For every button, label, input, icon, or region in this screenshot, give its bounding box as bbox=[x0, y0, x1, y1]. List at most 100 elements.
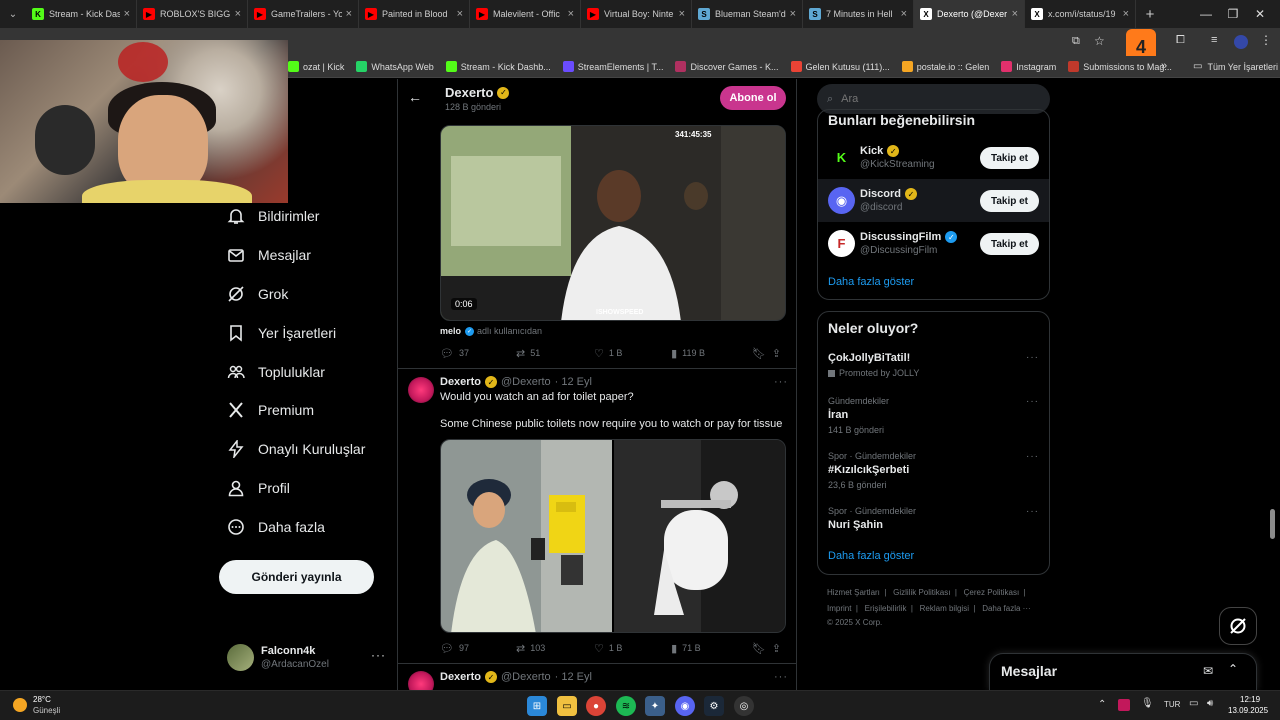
bookmark-item[interactable]: ozat | Kick bbox=[288, 61, 344, 72]
spotify-icon[interactable]: ≋ bbox=[616, 696, 636, 716]
author-handle[interactable]: @Dexerto bbox=[501, 376, 551, 388]
tab-close-icon[interactable]: × bbox=[901, 8, 907, 20]
tab-close-icon[interactable]: × bbox=[1012, 8, 1018, 20]
weather-desc[interactable]: Güneşli bbox=[33, 706, 60, 715]
nav-item[interactable]: Daha fazla bbox=[226, 512, 325, 542]
weather-temp[interactable]: 28°C bbox=[33, 695, 51, 704]
nav-item[interactable]: Yer İşaretleri bbox=[226, 318, 336, 348]
browser-tab[interactable]: Xx.com/i/status/19 × bbox=[1025, 0, 1136, 28]
more-icon[interactable]: ··· bbox=[371, 648, 386, 662]
share-button[interactable]: ⇪ bbox=[772, 642, 786, 655]
follow-button[interactable]: Takip et bbox=[980, 190, 1039, 212]
tab-close-icon[interactable]: × bbox=[235, 8, 241, 20]
like-button[interactable]: ♡ 1 B bbox=[594, 642, 671, 655]
file-explorer-icon[interactable]: ▭ bbox=[557, 696, 577, 716]
tab-close-icon[interactable]: × bbox=[568, 8, 574, 20]
browser-tab[interactable]: S Blueman Steam'd × bbox=[692, 0, 803, 28]
weather-sun-icon[interactable] bbox=[13, 698, 27, 712]
post-button[interactable]: Gönderi yayınla bbox=[219, 560, 374, 594]
browser-menu-icon[interactable]: ⋮ bbox=[1260, 33, 1272, 47]
reply-button[interactable]: 💬︎ 97 bbox=[440, 642, 516, 655]
trend-more-icon[interactable]: ··· bbox=[1026, 506, 1039, 517]
nav-item[interactable]: Profil bbox=[226, 473, 290, 503]
retweet-button[interactable]: ⇄ 51 bbox=[516, 347, 594, 360]
browser-tab[interactable]: ▶ GameTrailers - Yo × bbox=[248, 0, 359, 28]
bookmark-item[interactable]: Discover Games - K... bbox=[675, 61, 779, 72]
new-message-icon[interactable]: ✉ bbox=[1203, 664, 1213, 678]
bookmark-item[interactable]: Submissions to Mag... bbox=[1068, 61, 1172, 72]
nav-item[interactable]: Grok bbox=[226, 279, 288, 309]
nav-item[interactable]: Mesajlar bbox=[226, 240, 311, 270]
follow-button[interactable]: Takip et bbox=[980, 233, 1039, 255]
close-window-icon[interactable]: ✕ bbox=[1240, 0, 1280, 28]
bookmark-item[interactable]: Stream - Kick Dashb... bbox=[445, 61, 551, 72]
all-bookmarks-folder[interactable]: ▭ Tüm Yer İşaretleri bbox=[1193, 61, 1278, 72]
app-icon[interactable]: ✦ bbox=[645, 696, 665, 716]
tab-close-icon[interactable]: × bbox=[124, 8, 130, 20]
trend-item[interactable]: Spor · Gündemdekiler Nuri Şahin ··· bbox=[828, 506, 1043, 531]
bookmarks-overflow-icon[interactable]: » bbox=[1161, 60, 1167, 72]
chevron-up-icon[interactable]: ⌃ bbox=[1228, 662, 1238, 676]
tweet-video[interactable]: 341:45:35 0:06 ISHOWSPEED bbox=[440, 125, 786, 321]
suggested-account[interactable]: F DiscussingFilm ✓ @DiscussingFilm Takip et bbox=[818, 222, 1049, 265]
browser-tab[interactable]: ▶ ROBLOX'S BIGGE × bbox=[137, 0, 248, 28]
network-icon[interactable]: ▭ bbox=[1189, 698, 1198, 709]
browser-tab[interactable]: ▶ Malevilent - Offic × bbox=[470, 0, 581, 28]
nav-item[interactable]: Bildirimler bbox=[226, 201, 319, 231]
trend-item[interactable]: ÇokJollyBiTatil! Promoted by JOLLY ··· bbox=[828, 352, 1043, 378]
avatar[interactable] bbox=[408, 671, 434, 690]
browser-tab[interactable]: ▶ Painted in Blood × bbox=[359, 0, 470, 28]
discord-icon[interactable]: ◉ bbox=[675, 696, 695, 716]
bookmark-item[interactable]: postale.io :: Gelen bbox=[901, 61, 989, 72]
footer-link[interactable]: Hizmet Şartları bbox=[827, 588, 880, 597]
clock-time[interactable]: 12:19 bbox=[1240, 695, 1280, 704]
clock-date[interactable]: 13.09.2025 bbox=[1228, 706, 1268, 715]
tab-close-icon[interactable]: × bbox=[790, 8, 796, 20]
suggested-account[interactable]: ◉ Discord ✓ @discord Takip et bbox=[818, 179, 1049, 222]
subscribe-button[interactable]: Abone ol bbox=[720, 86, 786, 110]
author-name[interactable]: Dexerto bbox=[440, 671, 481, 683]
extensions-puzzle-icon[interactable]: ⧠ bbox=[1176, 34, 1185, 47]
show-more-link[interactable]: Daha fazla göster bbox=[828, 276, 914, 288]
trend-item[interactable]: Gündemdekiler İran 141 B gönderi ··· bbox=[828, 396, 1043, 435]
nav-item[interactable]: Premium bbox=[226, 395, 314, 425]
bookmark-button[interactable]: 🔖︎ bbox=[752, 642, 772, 655]
video-attribution[interactable]: melo ✓ adlı kullanıcıdan bbox=[440, 326, 542, 336]
chrome-icon[interactable]: ● bbox=[586, 696, 606, 716]
star-bookmark-icon[interactable]: ☆ bbox=[1094, 34, 1105, 48]
search-input[interactable] bbox=[841, 93, 1022, 105]
browser-tab[interactable]: X Dexerto (@Dexer × bbox=[914, 0, 1025, 28]
windows-start-icon[interactable]: ⊞ bbox=[527, 696, 547, 716]
messages-drawer[interactable]: Mesajlar ✉ ⌃ bbox=[989, 653, 1257, 690]
tab-close-icon[interactable]: × bbox=[679, 8, 685, 20]
tray-app-icon[interactable] bbox=[1118, 699, 1130, 711]
steam-icon[interactable]: ⚙ bbox=[704, 696, 724, 716]
new-tab-button[interactable]: + bbox=[1136, 6, 1164, 23]
author-name[interactable]: Dexerto bbox=[440, 376, 481, 388]
trends-show-more-link[interactable]: Daha fazla göster bbox=[828, 550, 914, 562]
bookmark-item[interactable]: WhatsApp Web bbox=[356, 61, 434, 72]
install-app-icon[interactable]: ⧉ bbox=[1072, 35, 1080, 48]
footer-link[interactable]: Daha fazla ··· bbox=[982, 604, 1030, 613]
page-scrollbar[interactable] bbox=[1270, 509, 1275, 539]
reply-button[interactable]: 💬︎ 37 bbox=[440, 347, 516, 360]
tweet-date[interactable]: · 12 Eyl bbox=[555, 376, 592, 388]
like-button[interactable]: ♡ 1 B bbox=[594, 347, 671, 360]
microphone-icon[interactable]: 🎙︎ bbox=[1141, 698, 1154, 709]
tweet-more-icon[interactable]: ··· bbox=[774, 376, 788, 388]
browser-tab[interactable]: S 7 Minutes in Hell × bbox=[803, 0, 914, 28]
avatar[interactable] bbox=[408, 377, 434, 403]
footer-link[interactable]: Imprint bbox=[827, 604, 851, 613]
tweet-more-icon[interactable]: ··· bbox=[774, 671, 788, 683]
browser-tab[interactable]: ▶ Virtual Boy: Ninte × bbox=[581, 0, 692, 28]
volume-icon[interactable]: 🔊︎ bbox=[1207, 698, 1213, 709]
account-switcher[interactable]: Falconn4k @ArdacanOzel ··· bbox=[227, 642, 387, 676]
profile-avatar-icon[interactable] bbox=[1234, 35, 1248, 49]
tweet-date[interactable]: · 12 Eyl bbox=[555, 671, 592, 683]
grok-fab-button[interactable] bbox=[1219, 607, 1257, 645]
tray-chevron-icon[interactable]: ⌃ bbox=[1098, 699, 1106, 710]
share-button[interactable]: ⇪ bbox=[772, 347, 786, 360]
bookmark-item[interactable]: Gelen Kutusu (111)... bbox=[790, 61, 890, 72]
tab-close-icon[interactable]: × bbox=[346, 8, 352, 20]
follow-button[interactable]: Takip et bbox=[980, 147, 1039, 169]
